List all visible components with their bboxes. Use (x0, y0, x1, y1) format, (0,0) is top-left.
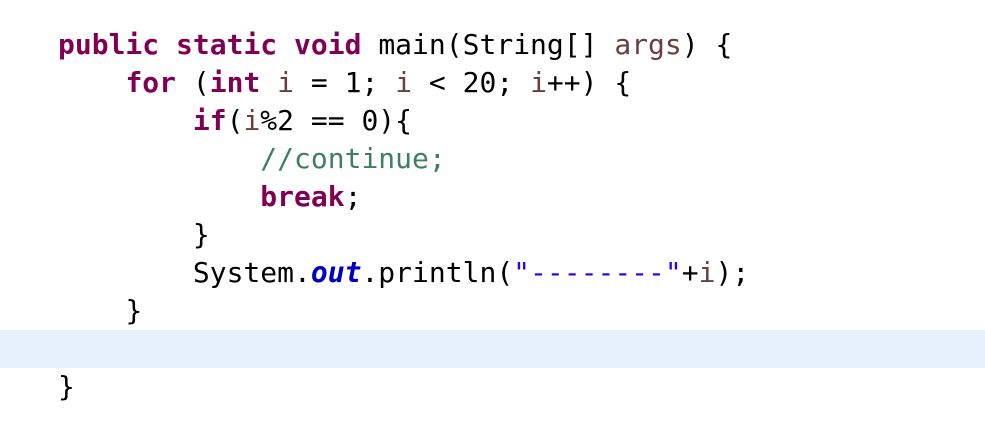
code-text[interactable]: public static void main(String[] args) {… (58, 26, 749, 406)
code-line-10: } (58, 368, 749, 406)
comment-continue: //continue; (260, 142, 446, 175)
code-line-6: } (58, 216, 749, 254)
keyword-for: for (125, 66, 177, 99)
variable-i: i (530, 66, 547, 99)
variable-i: i (243, 104, 261, 137)
parameter-args: args (614, 28, 682, 61)
system-class-text: System. (192, 256, 311, 289)
keyword-if: if (192, 104, 227, 137)
code-line-3: if(i%2 == 0){ (192, 104, 413, 137)
keyword-void: void (294, 28, 362, 61)
variable-i: i (698, 256, 716, 289)
static-field-out: out (310, 256, 362, 289)
keyword-static: static (176, 28, 278, 61)
code-line-8: } (58, 292, 749, 330)
code-line-7: System.out.println("--------"+i); (192, 256, 750, 289)
keyword-int: int (209, 66, 261, 99)
signature-close-text: ) { (681, 28, 733, 61)
keyword-break: break (260, 180, 345, 213)
code-line-4: //continue; (58, 140, 749, 178)
code-editor[interactable]: public static void main(String[] args) {… (0, 0, 985, 423)
string-literal: "--------" (513, 256, 682, 289)
method-signature-text: main(String[] (378, 28, 615, 61)
closing-brace: } (125, 294, 143, 327)
variable-i: i (395, 66, 413, 99)
closing-brace: } (192, 218, 210, 251)
variable-i: i (277, 66, 295, 99)
code-line-2: for (int i = 1; i < 20; i++) { (125, 66, 632, 99)
code-line-1: public static void main(String[] args) { (58, 26, 749, 64)
keyword-public: public (58, 28, 160, 61)
code-line-5: break; (260, 180, 362, 213)
closing-brace: } (58, 370, 75, 403)
println-call-text: .println( (361, 256, 514, 289)
